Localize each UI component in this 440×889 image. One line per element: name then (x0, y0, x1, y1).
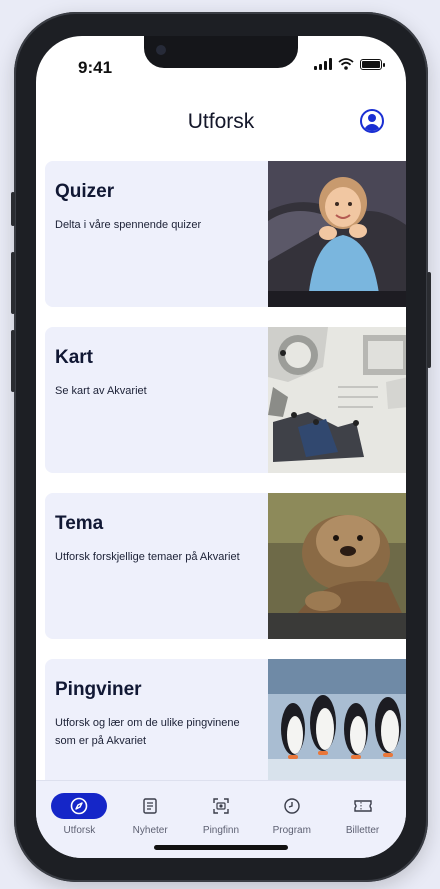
map-image (268, 327, 406, 473)
tab-label: Utforsk (63, 825, 96, 836)
card-description: Utforsk og lær om de ulike pingvinene so… (55, 717, 240, 747)
card-title: Kart (55, 347, 94, 368)
card-description: Se kart av Akvariet (55, 385, 147, 397)
tab-utforsk[interactable]: Utforsk (47, 793, 111, 836)
card-title: Pingviner (55, 679, 142, 700)
side-button-volume-down (11, 330, 15, 392)
profile-icon[interactable] (360, 109, 384, 133)
tab-label: Program (272, 825, 311, 836)
tab-label: Nyheter (132, 825, 168, 836)
tab-nyheter[interactable]: Nyheter (118, 793, 182, 836)
signal-icon (314, 58, 332, 70)
camera-scan-icon (193, 793, 249, 819)
camera-lens (156, 45, 166, 55)
ticket-icon (335, 793, 391, 819)
side-button-power (427, 272, 431, 368)
tab-billetter[interactable]: Billetter (331, 793, 395, 836)
card-tema[interactable]: Tema Utforsk forskjellige temaer på Akva… (45, 493, 406, 639)
card-quizer[interactable]: Quizer Delta i våre spennende quizer (45, 161, 406, 307)
battery-icon (360, 59, 385, 70)
tab-pingfinn[interactable]: Pingfinn (189, 793, 253, 836)
phone-frame: 9:41 Utforsk Quizer Delta i våre spennen… (11, 12, 431, 882)
quiz-photo (268, 161, 406, 307)
home-indicator[interactable] (154, 845, 288, 850)
wifi-icon (338, 58, 354, 70)
card-description: Utforsk forskjellige temaer på Akvariet (55, 551, 240, 563)
card-title: Tema (55, 513, 104, 534)
tab-label: Pingfinn (202, 825, 240, 836)
screen: 9:41 Utforsk Quizer Delta i våre spennen… (36, 36, 406, 858)
clock-icon (264, 793, 320, 819)
tab-bar: Utforsk Nyheter Pingfinn Program Billett… (36, 780, 406, 858)
newspaper-icon (122, 793, 178, 819)
tab-label: Billetter (345, 825, 380, 836)
otter-photo (268, 493, 406, 639)
card-list: Quizer Delta i våre spennende quizer Kar… (45, 161, 406, 825)
notch (144, 36, 298, 68)
compass-icon (51, 793, 108, 819)
card-description: Delta i våre spennende quizer (55, 219, 202, 231)
card-title: Quizer (55, 181, 115, 202)
tab-program[interactable]: Program (260, 793, 324, 836)
page-title: Utforsk (187, 110, 255, 133)
side-button-mute (11, 192, 15, 226)
status-icons (314, 58, 385, 70)
card-kart[interactable]: Kart Se kart av Akvariet (45, 327, 406, 473)
status-time: 9:41 (78, 58, 113, 77)
side-button-volume-up (11, 252, 15, 314)
